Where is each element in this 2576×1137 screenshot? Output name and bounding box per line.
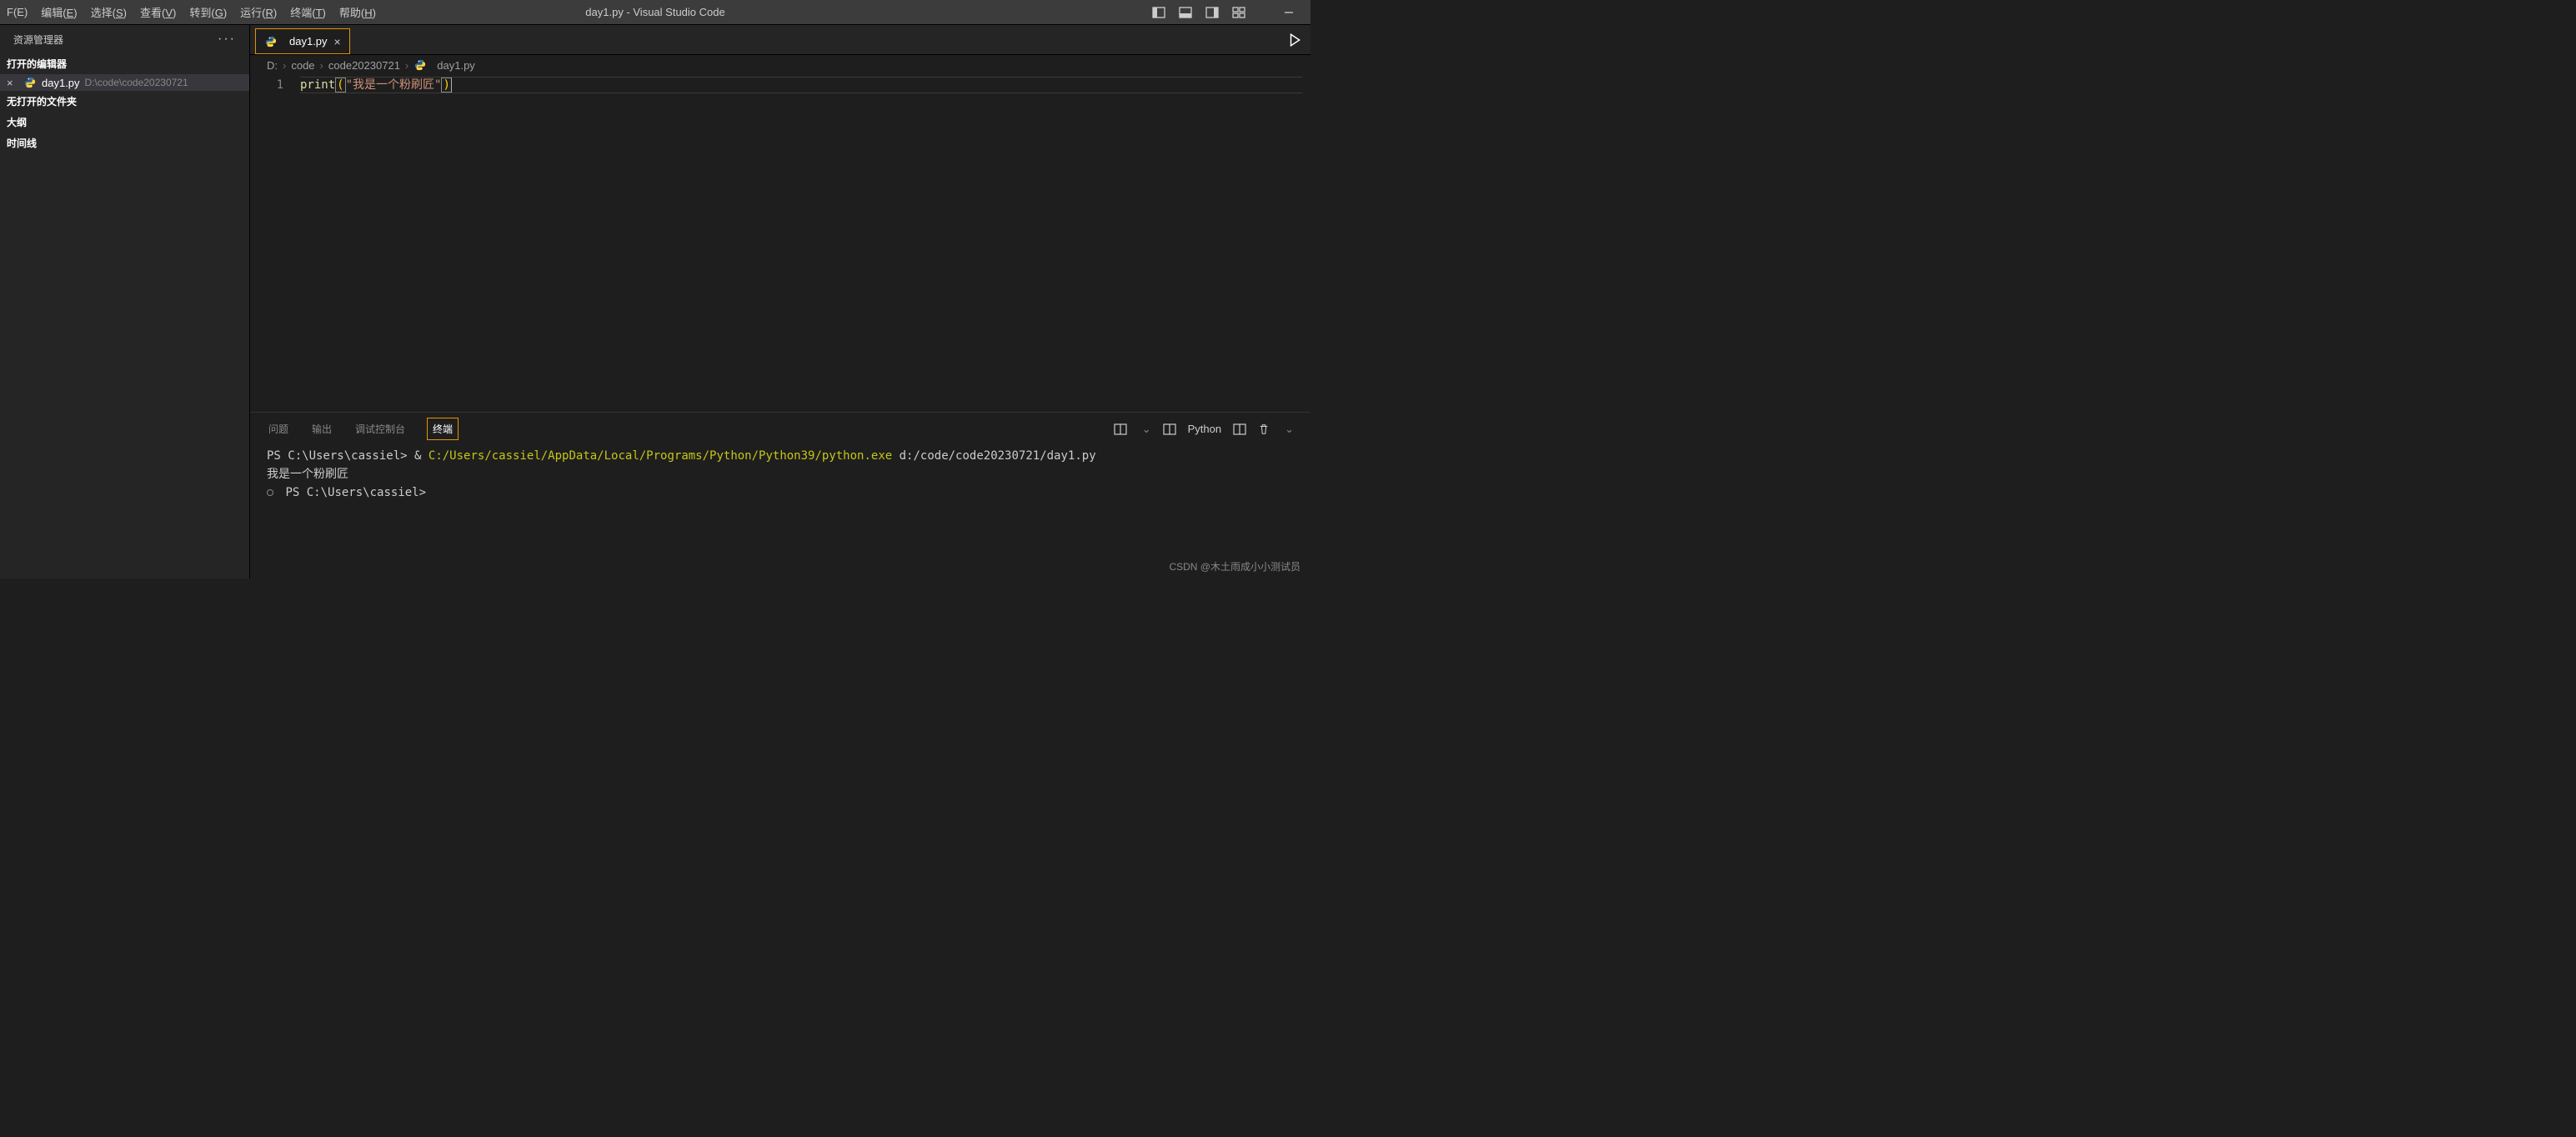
code-editor[interactable]: 1 print("我是一个粉刷匠") xyxy=(250,75,1311,412)
tab-day1[interactable]: day1.py × xyxy=(255,28,350,54)
menu-goto[interactable]: 转到(G) xyxy=(183,0,233,24)
panel-tab-terminal[interactable]: 终端 xyxy=(427,418,459,440)
panel-tab-debug[interactable]: 调试控制台 xyxy=(353,418,407,439)
menu-view[interactable]: 查看(V) xyxy=(133,0,183,24)
run-icon[interactable] xyxy=(1287,33,1302,48)
split-editor-icon[interactable] xyxy=(1233,423,1246,436)
terminal-command: C:/Users/cassiel/AppData/Local/Programs/… xyxy=(428,449,892,463)
breadcrumb-folder[interactable]: code20230721 xyxy=(328,59,400,72)
terminal-output: 我是一个粉刷匠 xyxy=(267,465,1294,483)
terminal-prompt: PS C:\Users\cassiel> xyxy=(267,449,408,463)
terminal-profile-icon[interactable] xyxy=(1163,423,1176,436)
chevron-right-icon: › xyxy=(320,59,323,72)
menu-select[interactable]: 选择(S) xyxy=(84,0,133,24)
section-timeline[interactable]: 时间线 xyxy=(0,133,249,153)
section-no-folder[interactable]: 无打开的文件夹 xyxy=(0,91,249,112)
panel-tab-output[interactable]: 输出 xyxy=(310,418,333,439)
token-string: "我是一个粉刷匠" xyxy=(346,78,442,92)
chevron-right-icon: › xyxy=(283,59,286,72)
editor-actions xyxy=(1287,25,1311,54)
editor-tabs: day1.py × xyxy=(250,25,1311,55)
titlebar-right xyxy=(1152,6,1311,19)
breadcrumb-code[interactable]: code xyxy=(291,59,314,72)
customize-layout-icon[interactable] xyxy=(1232,6,1245,19)
watermark: CSDN @木土雨成小小测试员 xyxy=(1169,559,1301,574)
minimize-icon[interactable] xyxy=(1284,8,1294,18)
open-editor-filename: day1.py xyxy=(42,77,80,89)
titlebar: F(E) 编辑(E) 选择(S) 查看(V) 转到(G) 运行(R) 终端(T)… xyxy=(0,0,1311,25)
section-timeline-label: 时间线 xyxy=(7,136,37,150)
breadcrumb-drive[interactable]: D: xyxy=(267,59,278,72)
layout-panel-icon[interactable] xyxy=(1179,6,1192,19)
chevron-right-icon: › xyxy=(405,59,408,72)
gutter: 1 xyxy=(250,77,300,412)
terminal-amp: & xyxy=(414,449,421,463)
chevron-down-icon[interactable]: ⌄ xyxy=(1285,423,1294,436)
terminal-shell-label[interactable]: Python xyxy=(1188,423,1221,435)
code-content[interactable]: print("我是一个粉刷匠") xyxy=(300,77,1311,412)
close-icon[interactable]: × xyxy=(7,77,20,89)
token-function: print xyxy=(300,78,335,92)
line-number: 1 xyxy=(250,77,283,93)
layout-primary-icon[interactable] xyxy=(1152,6,1165,19)
section-open-editors-label: 打开的编辑器 xyxy=(7,57,67,71)
breadcrumb-file[interactable]: day1.py xyxy=(437,59,475,72)
open-editor-filepath: D:\code\code20230721 xyxy=(85,77,188,88)
sidebar-header: 资源管理器 ··· xyxy=(0,25,249,53)
section-open-editors[interactable]: 打开的编辑器 xyxy=(0,53,249,74)
terminal-content[interactable]: PS C:\Users\cassiel> & C:/Users/cassiel/… xyxy=(250,440,1311,579)
main-area: 资源管理器 ··· 打开的编辑器 × day1.py D:\code\code2… xyxy=(0,25,1311,579)
more-actions-icon[interactable]: ··· xyxy=(218,32,236,47)
terminal-line-3: PS C:\Users\cassiel> xyxy=(267,483,1294,502)
split-terminal-icon[interactable] xyxy=(1114,423,1127,436)
python-file-icon xyxy=(23,76,37,89)
panel-tabs: 问题 输出 调试控制台 终端 ⌄ Python xyxy=(250,413,1311,440)
chevron-down-icon[interactable]: ⌄ xyxy=(1142,423,1151,436)
panel-tab-problems[interactable]: 问题 xyxy=(267,418,290,439)
menu-run[interactable]: 运行(R) xyxy=(233,0,283,24)
bottom-panel: 问题 输出 调试控制台 终端 ⌄ Python xyxy=(250,412,1311,579)
menu-help[interactable]: 帮助(H) xyxy=(333,0,383,24)
breadcrumb[interactable]: D: › code › code20230721 › day1.py xyxy=(250,55,1311,75)
python-file-icon xyxy=(264,35,278,48)
terminal-arg: d:/code/code20230721/day1.py xyxy=(900,449,1096,463)
terminal-prompt: PS C:\Users\cassiel> xyxy=(285,486,426,499)
python-file-icon xyxy=(413,58,427,72)
editor-area: day1.py × D: › code › code20230721 › day… xyxy=(250,25,1311,579)
tab-label: day1.py xyxy=(289,35,328,48)
window-title: day1.py - Visual Studio Code xyxy=(585,6,724,18)
panel-actions: ⌄ Python ⌄ xyxy=(1114,423,1294,436)
sidebar-title: 资源管理器 xyxy=(13,33,63,47)
layout-secondary-icon[interactable] xyxy=(1205,6,1219,19)
section-outline-label: 大纲 xyxy=(7,115,27,129)
section-outline[interactable]: 大纲 xyxy=(0,112,249,133)
menu-edit[interactable]: 编辑(E) xyxy=(34,0,83,24)
sidebar: 资源管理器 ··· 打开的编辑器 × day1.py D:\code\code2… xyxy=(0,25,250,579)
code-line-1[interactable]: print("我是一个粉刷匠") xyxy=(300,77,1311,93)
section-no-folder-label: 无打开的文件夹 xyxy=(7,94,77,108)
menu-file[interactable]: F(E) xyxy=(0,0,34,24)
menu-bar: F(E) 编辑(E) 选择(S) 查看(V) 转到(G) 运行(R) 终端(T)… xyxy=(0,0,383,24)
token-paren-close: ) xyxy=(441,78,451,93)
token-paren-open: ( xyxy=(335,78,345,93)
open-editor-item[interactable]: × day1.py D:\code\code20230721 xyxy=(0,74,249,91)
trash-icon[interactable] xyxy=(1258,423,1270,435)
close-icon[interactable]: × xyxy=(334,35,341,48)
terminal-line-1: PS C:\Users\cassiel> & C:/Users/cassiel/… xyxy=(267,447,1294,465)
terminal-status-icon xyxy=(267,489,273,496)
minimap[interactable] xyxy=(1227,75,1311,412)
menu-terminal[interactable]: 终端(T) xyxy=(283,0,333,24)
